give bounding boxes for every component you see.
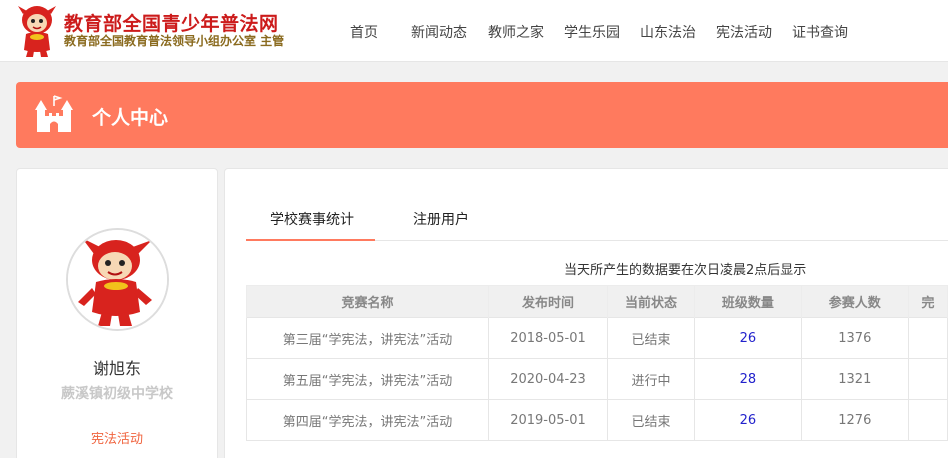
- cell-class-count-link[interactable]: 28: [694, 358, 802, 400]
- cell-publish-date: 2018-05-01: [488, 317, 608, 359]
- stats-panel: 学校赛事统计 注册用户 当天所产生的数据要在次日凌晨2点后显示 竞赛名称 发布时…: [224, 168, 948, 458]
- page-title: 个人中心: [92, 107, 169, 129]
- cell-completion: [907, 399, 948, 441]
- active-tab-underline: [246, 239, 375, 241]
- nav-news[interactable]: 新闻动态: [411, 22, 467, 42]
- user-name: 谢旭东: [92, 359, 141, 378]
- col-status[interactable]: 当前状态: [606, 285, 696, 318]
- site-title[interactable]: 教育部全国青少年普法网: [64, 9, 279, 36]
- col-class-count[interactable]: 班级数量: [694, 285, 802, 318]
- data-delay-notice: 当天所产生的数据要在次日凌晨2点后显示: [564, 263, 807, 278]
- competition-table: 竞赛名称 发布时间 当前状态 班级数量 参赛人数 完 第三届“学宪法，讲宪法”活…: [245, 285, 948, 441]
- table-header-row: 竞赛名称 发布时间 当前状态 班级数量 参赛人数 完: [245, 285, 948, 318]
- nav-home[interactable]: 首页: [350, 22, 378, 42]
- cell-participant-count: 1321: [800, 358, 909, 400]
- profile-card: 谢旭东 蕨溪镇初级中学校 宪法活动: [16, 168, 218, 458]
- tab-registered-users[interactable]: 注册用户: [413, 209, 469, 229]
- table-row[interactable]: 第四届“学宪法，讲宪法”活动 2019-05-01 已结束 26 1276: [245, 399, 948, 441]
- col-participant-count[interactable]: 参赛人数: [800, 285, 909, 318]
- col-completion[interactable]: 完: [907, 285, 948, 318]
- page-banner: 个人中心: [16, 82, 948, 148]
- cell-status: 进行中: [606, 358, 696, 400]
- user-school: 蕨溪镇初级中学校: [61, 386, 173, 402]
- cell-publish-date: 2020-04-23: [488, 358, 608, 400]
- site-subtitle: 教育部全国教育普法领导小组办公室 主管: [64, 34, 285, 48]
- nav-certificate[interactable]: 证书查询: [792, 22, 848, 42]
- constitution-activity-link[interactable]: 宪法活动: [17, 428, 217, 447]
- cell-status: 已结束: [606, 399, 696, 441]
- cell-completion: [907, 317, 948, 359]
- cell-class-count-link[interactable]: 26: [694, 399, 802, 441]
- mascot-avatar-icon: [68, 230, 167, 329]
- mascot-logo-icon[interactable]: [14, 4, 60, 58]
- nav-shandong[interactable]: 山东法治: [640, 22, 696, 42]
- cell-competition-name: 第三届“学宪法，讲宪法”活动: [245, 317, 490, 359]
- tab-school-stats[interactable]: 学校赛事统计: [270, 209, 354, 229]
- col-publish-date[interactable]: 发布时间: [488, 285, 608, 318]
- nav-students[interactable]: 学生乐园: [564, 22, 620, 42]
- cell-participant-count: 1376: [800, 317, 909, 359]
- cell-class-count-link[interactable]: 26: [694, 317, 802, 359]
- cell-competition-name: 第五届“学宪法，讲宪法”活动: [245, 358, 490, 400]
- col-competition-name[interactable]: 竞赛名称: [245, 285, 490, 318]
- castle-icon: [35, 95, 73, 132]
- table-row[interactable]: 第五届“学宪法，讲宪法”活动 2020-04-23 进行中 28 1321: [245, 358, 948, 400]
- cell-completion: [907, 358, 948, 400]
- nav-teachers[interactable]: 教师之家: [488, 22, 544, 42]
- avatar: [66, 228, 169, 331]
- site-header: 教育部全国青少年普法网 教育部全国教育普法领导小组办公室 主管 首页 新闻动态 …: [0, 0, 948, 62]
- cell-participant-count: 1276: [800, 399, 909, 441]
- table-row[interactable]: 第三届“学宪法，讲宪法”活动 2018-05-01 已结束 26 1376: [245, 317, 948, 359]
- cell-publish-date: 2019-05-01: [488, 399, 608, 441]
- cell-status: 已结束: [606, 317, 696, 359]
- cell-competition-name: 第四届“学宪法，讲宪法”活动: [245, 399, 490, 441]
- nav-constitution[interactable]: 宪法活动: [716, 22, 772, 42]
